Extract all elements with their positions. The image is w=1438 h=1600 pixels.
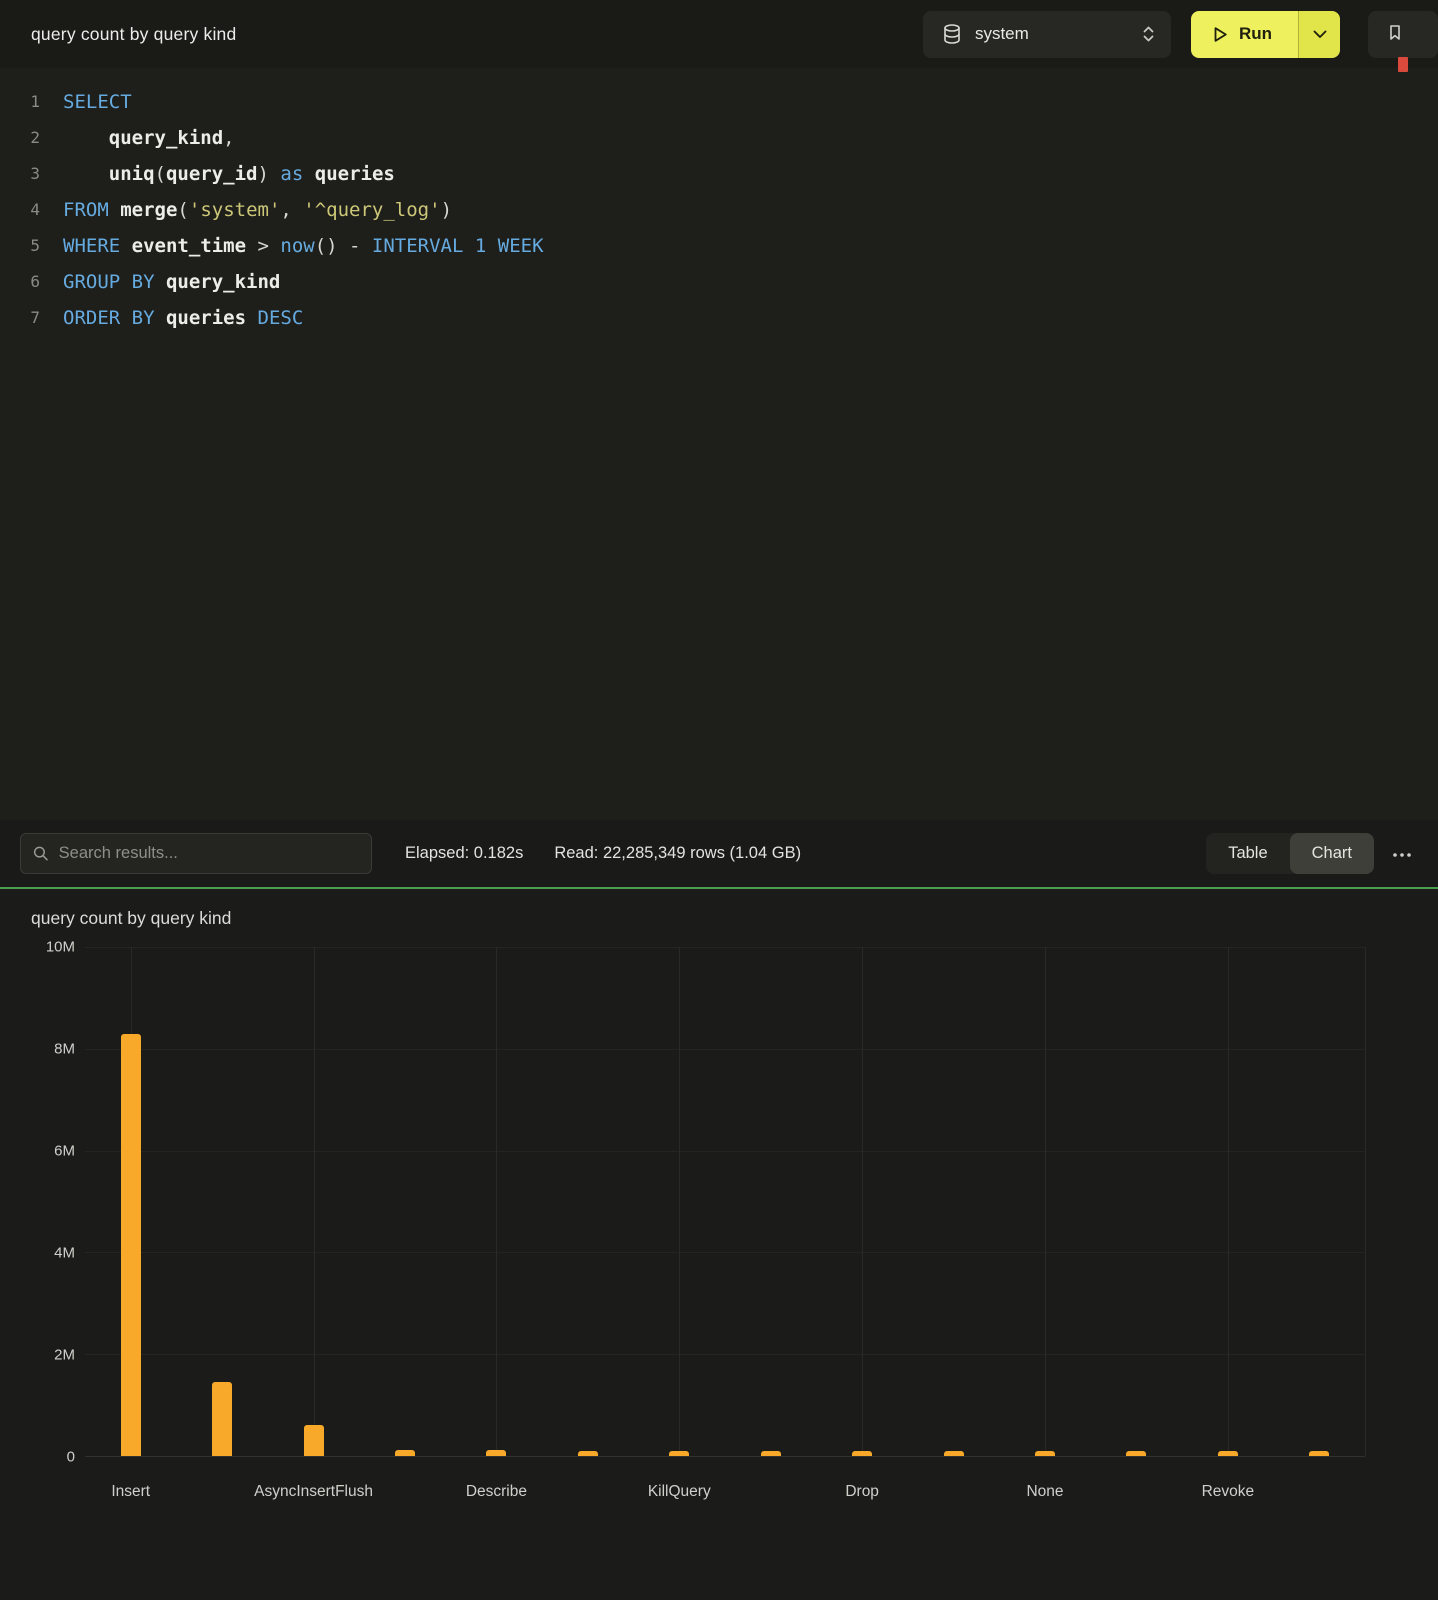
x-tick-label: Revoke	[1202, 1483, 1255, 1501]
toolbar-actions: system Run	[923, 11, 1438, 58]
x-tick-label: KillQuery	[648, 1483, 711, 1501]
gridline-vertical	[496, 947, 497, 1456]
run-button-group: Run	[1191, 11, 1340, 58]
chart-title: query count by query kind	[0, 908, 1438, 929]
query-title: query count by query kind	[31, 24, 236, 45]
plot-area	[85, 947, 1365, 1457]
code-line[interactable]: 6GROUP BY query_kind	[0, 264, 1438, 300]
gridline-vertical	[1365, 947, 1366, 1456]
code-text: uniq(query_id) as queries	[40, 156, 395, 192]
play-icon	[1213, 26, 1228, 43]
sql-console-app: query count by query kind system	[0, 0, 1438, 1600]
run-button-label: Run	[1239, 24, 1272, 44]
gridline-vertical	[1045, 947, 1046, 1456]
x-tick-label: Describe	[466, 1483, 527, 1501]
x-axis: Insert AsyncInsertFlush Describe KillQuery D…	[85, 1483, 1365, 1509]
run-button[interactable]: Run	[1191, 11, 1298, 58]
line-number: 7	[0, 300, 40, 336]
top-toolbar: query count by query kind system	[0, 0, 1438, 68]
code-text: ORDER BY queries DESC	[40, 300, 303, 336]
bar[interactable]	[1309, 1451, 1329, 1456]
line-number: 4	[0, 192, 40, 228]
bar[interactable]	[1035, 1451, 1055, 1456]
more-options-button[interactable]	[1386, 838, 1418, 869]
bar[interactable]	[761, 1451, 781, 1456]
bar[interactable]	[578, 1451, 598, 1456]
code-line[interactable]: 5WHERE event_time > now() - INTERVAL 1 W…	[0, 228, 1438, 264]
gridline-horizontal	[85, 1252, 1365, 1253]
y-tick-label: 8M	[54, 1041, 75, 1058]
gridline-horizontal	[85, 1151, 1365, 1152]
results-toolbar: Elapsed: 0.182s Read: 22,285,349 rows (1…	[0, 820, 1438, 887]
gridline-horizontal	[85, 1049, 1365, 1050]
y-axis: 02M4M6M8M10M	[0, 947, 75, 1457]
code-line[interactable]: 7ORDER BY queries DESC	[0, 300, 1438, 336]
y-tick-label: 6M	[54, 1143, 75, 1160]
run-options-button[interactable]	[1298, 11, 1340, 58]
search-results-input[interactable]	[59, 844, 359, 863]
line-number: 5	[0, 228, 40, 264]
view-toggle: Table Chart	[1206, 833, 1374, 874]
elapsed-stat: Elapsed: 0.182s	[405, 844, 523, 863]
code-text: SELECT	[40, 84, 132, 120]
bar[interactable]	[212, 1382, 232, 1456]
line-number: 6	[0, 264, 40, 300]
code-text: GROUP BY query_kind	[40, 264, 280, 300]
gridline-vertical	[679, 947, 680, 1456]
bar[interactable]	[669, 1451, 689, 1456]
bar[interactable]	[304, 1425, 324, 1456]
code-lines: 1SELECT2 query_kind,3 uniq(query_id) as …	[0, 84, 1438, 336]
code-line[interactable]: 4FROM merge('system', '^query_log')	[0, 192, 1438, 228]
view-toggle-chart[interactable]: Chart	[1290, 833, 1374, 874]
database-selector-value: system	[975, 24, 1128, 44]
code-text: WHERE event_time > now() - INTERVAL 1 WE…	[40, 228, 544, 264]
ellipsis-icon	[1392, 852, 1412, 858]
x-tick-label: Drop	[845, 1483, 879, 1501]
chevron-up-down-icon	[1142, 24, 1155, 44]
gridline-horizontal	[85, 947, 1365, 948]
chart-area: 0 2M 4M 6M 8M 10M Insert AsyncInsertFlush Descr…	[0, 935, 1438, 1555]
sql-editor[interactable]: 1SELECT2 query_kind,3 uniq(query_id) as …	[0, 68, 1438, 820]
search-results-box	[20, 833, 372, 874]
code-line[interactable]: 3 uniq(query_id) as queries	[0, 156, 1438, 192]
bar[interactable]	[395, 1450, 415, 1456]
bar[interactable]	[852, 1451, 872, 1456]
x-tick-label: Insert	[111, 1483, 150, 1501]
gridline-vertical	[862, 947, 863, 1456]
bar[interactable]	[486, 1450, 506, 1456]
view-toggle-table[interactable]: Table	[1206, 833, 1289, 874]
x-tick-label: None	[1026, 1483, 1063, 1501]
search-icon	[33, 845, 49, 862]
y-tick-label: 4M	[54, 1245, 75, 1262]
y-tick-label: 0	[67, 1449, 75, 1466]
bar[interactable]	[1218, 1451, 1238, 1456]
x-tick-label: AsyncInsertFlush	[254, 1483, 373, 1501]
database-selector[interactable]: system	[923, 11, 1171, 58]
scrollbar-error-marker	[1398, 57, 1408, 72]
bar[interactable]	[121, 1034, 141, 1456]
bar[interactable]	[1126, 1451, 1146, 1456]
line-number: 3	[0, 156, 40, 192]
bar[interactable]	[944, 1451, 964, 1456]
code-line[interactable]: 1SELECT	[0, 84, 1438, 120]
chart-panel: query count by query kind 0 2M 4M 6M 8M 10M I…	[0, 889, 1438, 1600]
y-tick-label: 2M	[54, 1347, 75, 1364]
pin-button[interactable]	[1368, 11, 1438, 58]
y-tick-label: 10M	[46, 939, 75, 956]
chevron-down-icon	[1313, 30, 1327, 39]
database-icon	[943, 24, 961, 44]
code-text: query_kind,	[40, 120, 235, 156]
gridline-horizontal	[85, 1354, 1365, 1355]
line-number: 2	[0, 120, 40, 156]
gridline-vertical	[1228, 947, 1229, 1456]
gridline-vertical	[314, 947, 315, 1456]
code-line[interactable]: 2 query_kind,	[0, 120, 1438, 156]
read-stat: Read: 22,285,349 rows (1.04 GB)	[554, 844, 801, 863]
pin-icon	[1386, 24, 1404, 44]
line-number: 1	[0, 84, 40, 120]
code-text: FROM merge('system', '^query_log')	[40, 192, 452, 228]
